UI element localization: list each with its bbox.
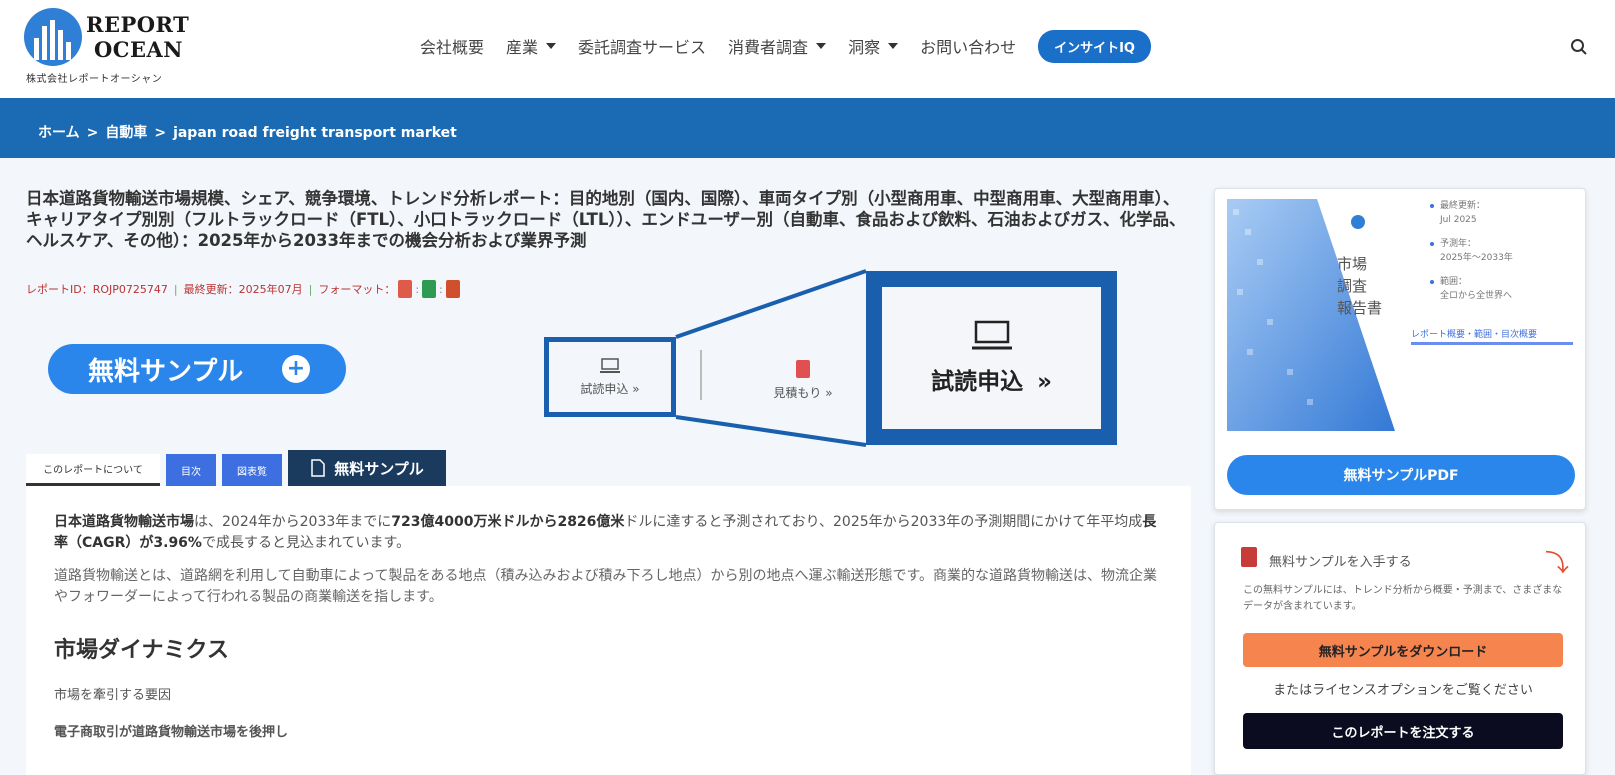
sample-request-card: 無料サンプルを入手する ⤵ この無料サンプルには、トレンド分析から概要・予測まで… (1214, 522, 1586, 775)
tab-toc[interactable]: 目次 (166, 454, 216, 486)
trial-request-zoomed[interactable]: 試読申込 » (882, 287, 1101, 429)
zoom-source-highlight (544, 337, 676, 417)
subsection-heading: 市場を牽引する要因 (54, 688, 172, 703)
nav-item-contact[interactable]: お問い合わせ (920, 34, 1016, 58)
search-icon[interactable] (1570, 38, 1588, 56)
logo-text: REPORT OCEAN (86, 12, 190, 62)
powerpoint-icon (445, 280, 460, 298)
breadcrumb-automotive[interactable]: 自動車 (105, 125, 147, 141)
logo-subtitle: 株式会社レポートオーシャン (26, 74, 163, 85)
breadcrumb: ホーム > 自動車 > japan road freight transport mar… (38, 125, 457, 141)
plus-circle-icon: + (282, 355, 310, 383)
free-sample-button[interactable]: 無料サンプル + (48, 344, 346, 394)
summary-paragraph: 日本道路貨物輸送市場は、2024年から2033年までに723億4000万米ドルか… (54, 514, 1157, 551)
free-sample-pdf-button[interactable]: 無料サンプルPDF (1227, 455, 1575, 495)
report-overview-link[interactable]: レポート概要・範囲・目次概要 (1411, 327, 1537, 340)
pdf-icon (398, 280, 413, 298)
logo-mark-icon (24, 8, 82, 66)
chevron-down-icon (888, 43, 899, 49)
cover-title: 市場 調査 報告書 (1337, 255, 1383, 317)
report-format-label: フォーマット： (318, 283, 396, 296)
order-report-button[interactable]: このレポートを注文する (1243, 713, 1563, 749)
sample-card-description: この無料サンプルには、トレンド分析から概要・予測まで、さまざまなデータが含まれて… (1243, 585, 1563, 612)
chevron-down-icon (816, 43, 827, 49)
nav-item-industry[interactable]: 産業 (506, 34, 557, 58)
license-options-text[interactable]: またはライセンスオプションをご覧ください (1243, 679, 1563, 698)
definition-paragraph: 道路貨物輸送とは、道路網を利用して自動車によって製品をある地点（積み込みおよび積… (54, 568, 1158, 605)
driver-heading: 電子商取引が道路貨物輸送市場を後押し (54, 725, 289, 740)
report-tabs: このレポートについて 目次 図表覧 無料サンプル (26, 450, 452, 486)
download-sample-button[interactable]: 無料サンプルをダウンロード (1243, 633, 1563, 667)
report-cover-image: 市場 調査 報告書 (1227, 199, 1395, 431)
nav-item-consumer-research[interactable]: 消費者調査 (728, 34, 827, 58)
report-cover-card: 市場 調査 報告書 最終更新： Jul 2025 予測年： 2025年～2033年 … (1214, 188, 1586, 510)
tab-figure-list[interactable]: 図表覧 (222, 454, 282, 486)
main-nav: 会社概要 産業 委託調査サービス 消費者調査 洞察 お問い合わせ インサイトIQ (420, 29, 1151, 63)
page-title: 日本道路貨物輸送市場規模、シェア、競争環境、トレンド分析レポート：目的地別（国内… (26, 189, 1186, 250)
nav-item-company[interactable]: 会社概要 (420, 34, 484, 58)
cover-logo-icon (1351, 215, 1365, 229)
site-header: REPORT OCEAN 株式会社レポートオーシャン 会社概要 産業 委託調査サ… (0, 0, 1615, 98)
quote-document-icon (796, 359, 810, 378)
laptop-icon (971, 320, 1012, 350)
section-heading: 市場ダイナミクス (54, 638, 229, 663)
tab-about[interactable]: このレポートについて (26, 454, 160, 486)
sample-card-title: 無料サンプルを入手する (1269, 555, 1412, 570)
breadcrumb-current: japan road freight transport market (173, 125, 457, 141)
document-icon (311, 459, 325, 477)
nav-item-insights[interactable]: 洞察 (848, 34, 899, 58)
chevron-down-icon (546, 43, 557, 49)
insight-iq-button[interactable]: インサイトIQ (1038, 29, 1151, 63)
action-divider (700, 350, 702, 400)
report-updated: 最終更新：2025年07月 (183, 283, 303, 296)
report-id: レポートID：ROJP0725747 (26, 283, 168, 296)
report-meta: レポートID：ROJP0725747 | 最終更新：2025年07月 | フォー… (26, 280, 463, 298)
pdf-icon (1241, 547, 1257, 567)
excel-icon (422, 280, 437, 298)
nav-item-contract-research[interactable]: 委託調査サービス (578, 34, 706, 58)
report-content: 日本道路貨物輸送市場は、2024年から2033年までに723億4000万米ドルか… (26, 486, 1191, 775)
tab-free-sample[interactable]: 無料サンプル (288, 450, 446, 486)
curved-arrow-icon: ⤵ (1545, 549, 1569, 577)
cover-meta: 最終更新： Jul 2025 予測年： 2025年～2033年 範囲： 全ロから全世界… (1430, 199, 1513, 313)
site-logo[interactable]: REPORT OCEAN 株式会社レポートオーシャン (24, 8, 189, 86)
zoom-callout: 試読申込 » (866, 271, 1117, 445)
quote-link[interactable]: 見積もり » (748, 350, 858, 410)
link-underline (1411, 342, 1573, 345)
breadcrumb-home[interactable]: ホーム (38, 125, 80, 141)
